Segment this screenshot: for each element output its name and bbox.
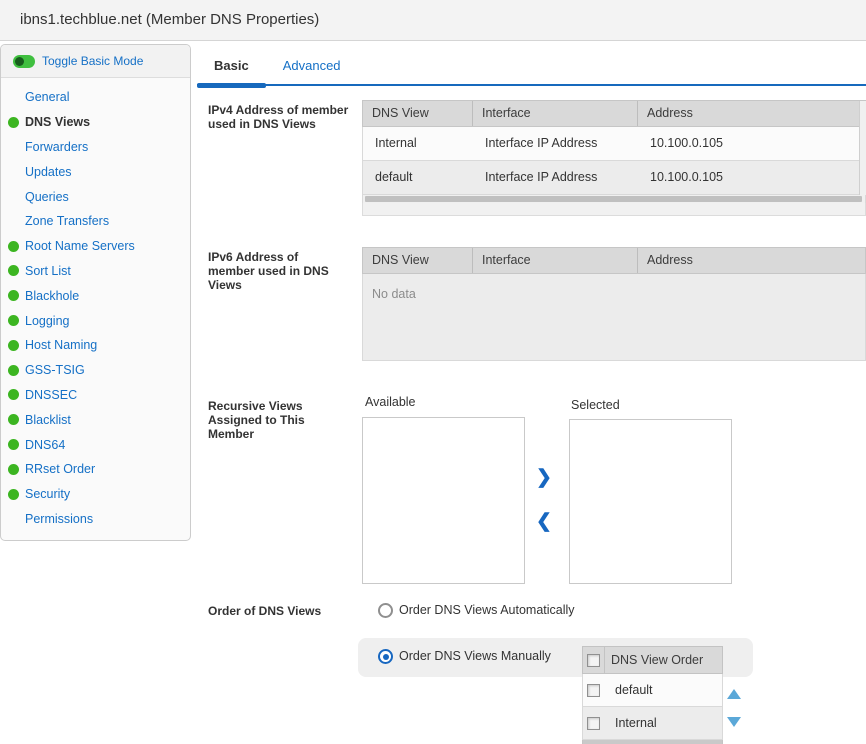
move-left-icon[interactable]: ❮ xyxy=(533,512,555,532)
order-automatically-radio[interactable] xyxy=(378,603,393,618)
sidebar-item-dns64[interactable]: DNS64 xyxy=(1,432,190,457)
order-manually-label[interactable]: Order DNS Views Manually xyxy=(399,649,551,664)
main-content: Basic Advanced IPv4 Address of member us… xyxy=(192,44,866,744)
vertical-scrollbar[interactable] xyxy=(859,101,866,195)
sidebar-item-logging[interactable]: Logging xyxy=(1,308,190,333)
toggle-knob-icon xyxy=(15,57,24,66)
table-row[interactable]: Internal xyxy=(582,707,723,740)
table-footer xyxy=(362,203,866,216)
column-header-dns-view: DNS View xyxy=(363,248,473,273)
horizontal-scrollbar[interactable] xyxy=(362,195,866,203)
sidebar-item-dnssec[interactable]: DNSSEC xyxy=(1,383,190,408)
column-header-dns-view: DNS View xyxy=(363,101,473,126)
status-dot-icon xyxy=(8,464,19,475)
toggle-basic-mode-label: Toggle Basic Mode xyxy=(42,54,143,68)
ipv6-section-label: IPv6 Address of member used in DNS Views xyxy=(208,250,340,292)
sidebar-item-gss-tsig[interactable]: GSS-TSIG xyxy=(1,358,190,383)
sidebar-item-forwarders[interactable]: Forwarders xyxy=(1,135,190,160)
status-dot-icon xyxy=(8,340,19,351)
tab-bar: Basic Advanced xyxy=(197,50,866,86)
member-dns-properties-window: ibns1.techblue.net (Member DNS Propertie… xyxy=(0,0,866,744)
table-scroll-strip xyxy=(582,740,723,744)
column-header-address: Address xyxy=(638,101,865,126)
table-row[interactable]: default xyxy=(582,674,723,707)
sidebar-item-permissions[interactable]: Permissions xyxy=(1,507,190,532)
status-dot-icon xyxy=(8,439,19,450)
column-header-interface: Interface xyxy=(473,248,638,273)
move-up-icon[interactable] xyxy=(727,689,741,699)
ipv4-table-header: DNS View Interface Address xyxy=(362,100,866,127)
status-dot-icon xyxy=(8,489,19,500)
dns-view-order-table: DNS View Order default Internal xyxy=(582,646,723,744)
status-dot-icon xyxy=(8,315,19,326)
row-checkbox[interactable] xyxy=(587,717,600,730)
dns-view-order-header-label: DNS View Order xyxy=(605,653,703,667)
window-title: ibns1.techblue.net (Member DNS Propertie… xyxy=(20,0,319,40)
status-dot-icon xyxy=(8,117,19,128)
table-row[interactable]: default Interface IP Address 10.100.0.10… xyxy=(362,161,866,195)
sidebar-item-dns-views[interactable]: DNS Views xyxy=(1,110,190,135)
window-titlebar: ibns1.techblue.net (Member DNS Propertie… xyxy=(0,0,866,41)
sidebar-item-root-name-servers[interactable]: Root Name Servers xyxy=(1,234,190,259)
order-section-label: Order of DNS Views xyxy=(208,604,360,618)
sidebar-item-blacklist[interactable]: Blacklist xyxy=(1,407,190,432)
available-views-listbox[interactable] xyxy=(362,417,525,584)
sidebar: Toggle Basic Mode General DNS Views Forw… xyxy=(0,44,191,541)
selected-label: Selected xyxy=(571,398,620,412)
sidebar-item-host-naming[interactable]: Host Naming xyxy=(1,333,190,358)
status-dot-icon xyxy=(8,290,19,301)
status-dot-icon xyxy=(8,365,19,376)
selected-views-listbox[interactable] xyxy=(569,419,732,584)
select-all-checkbox[interactable] xyxy=(587,654,600,667)
toggle-basic-mode[interactable]: Toggle Basic Mode xyxy=(1,45,190,78)
row-checkbox[interactable] xyxy=(587,684,600,697)
sidebar-item-zone-transfers[interactable]: Zone Transfers xyxy=(1,209,190,234)
sidebar-item-rrset-order[interactable]: RRset Order xyxy=(1,457,190,482)
move-right-icon[interactable]: ❯ xyxy=(533,468,555,488)
sidebar-nav: General DNS Views Forwarders Updates Que… xyxy=(1,78,190,531)
ipv6-table-header: DNS View Interface Address xyxy=(362,247,866,274)
scrollbar-thumb[interactable] xyxy=(365,196,862,202)
available-label: Available xyxy=(365,395,416,409)
status-dot-icon xyxy=(8,241,19,252)
order-automatically-label[interactable]: Order DNS Views Automatically xyxy=(399,603,575,618)
ipv4-section-label: IPv4 Address of member used in DNS Views xyxy=(208,103,360,131)
status-dot-icon xyxy=(8,414,19,425)
status-dot-icon xyxy=(8,389,19,400)
sidebar-item-security[interactable]: Security xyxy=(1,482,190,507)
recursive-views-section-label: Recursive Views Assigned to This Member xyxy=(208,399,328,441)
tab-advanced[interactable]: Advanced xyxy=(266,50,358,84)
ipv6-dns-views-table: DNS View Interface Address No data xyxy=(362,247,866,361)
move-down-icon[interactable] xyxy=(727,717,741,727)
sidebar-item-queries[interactable]: Queries xyxy=(1,184,190,209)
dns-view-order-header: DNS View Order xyxy=(582,646,723,674)
sidebar-item-sort-list[interactable]: Sort List xyxy=(1,259,190,284)
column-header-interface: Interface xyxy=(473,101,638,126)
ipv4-dns-views-table: DNS View Interface Address Internal Inte… xyxy=(362,100,866,216)
status-dot-icon xyxy=(8,265,19,276)
order-manually-radio[interactable] xyxy=(378,649,393,664)
column-header-address: Address xyxy=(638,248,865,273)
active-tab-underline xyxy=(197,83,266,88)
tab-basic[interactable]: Basic xyxy=(197,50,266,84)
sidebar-item-blackhole[interactable]: Blackhole xyxy=(1,283,190,308)
sidebar-item-general[interactable]: General xyxy=(1,85,190,110)
sidebar-item-updates[interactable]: Updates xyxy=(1,159,190,184)
table-row[interactable]: Internal Interface IP Address 10.100.0.1… xyxy=(362,127,866,161)
empty-table-message: No data xyxy=(362,274,866,361)
toggle-switch-icon[interactable] xyxy=(13,55,35,68)
